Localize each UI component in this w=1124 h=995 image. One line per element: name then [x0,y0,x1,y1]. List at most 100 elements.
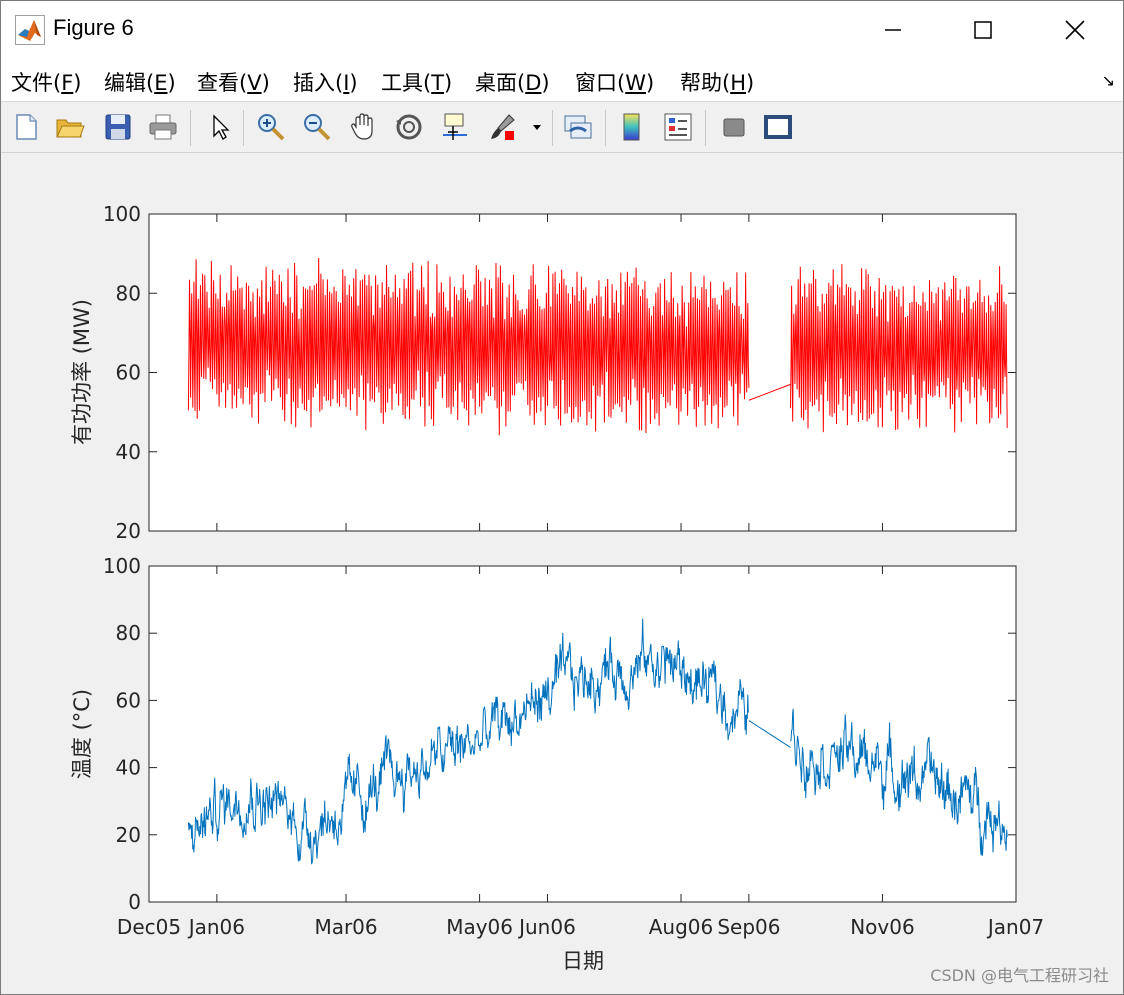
rotate-3d-button[interactable] [392,110,426,144]
menu-edit[interactable]: 编辑(E) [104,67,176,97]
pan-button[interactable] [346,110,380,144]
axes-1-ylabel: 有功功率 (MW) [70,299,94,445]
plot-canvas[interactable]: 20 40 60 80 100 0 20 40 60 80 100 Dec05 Jan06 Mar06 M… [1,153,1123,994]
x-tick-label: Aug06 [649,915,714,939]
figure-canvas: 20 40 60 80 100 0 20 40 60 80 100 Dec05 Jan06 Mar06 M… [1,153,1123,994]
figure-toolbar [1,102,1123,153]
menu-help[interactable]: 帮助(H) [680,67,754,97]
show-plot-tools-icon [764,115,792,139]
menu-view-key: V [247,71,262,95]
menu-help-label: 帮助( [680,71,731,95]
brush-button[interactable] [486,110,520,144]
menu-desktop[interactable]: 桌面(D) [475,67,550,97]
toolbar-separator [190,110,191,146]
y-tick-label: 20 [116,519,141,543]
axes-2-background[interactable] [149,566,1016,902]
zoom-in-button[interactable] [254,110,288,144]
zoom-out-button[interactable] [300,110,334,144]
new-figure-button[interactable] [9,110,43,144]
rotate-3d-icon [396,114,422,140]
menu-bar: 文件(F) 编辑(E) 查看(V) 插入(I) 工具(T) 桌面(D) 窗口(W… [1,59,1123,102]
pointer-icon [213,114,230,140]
menu-view[interactable]: 查看(V) [197,67,270,97]
save-icon [105,114,131,140]
menu-view-close: ) [261,71,270,95]
dock-arrow-icon[interactable]: ↘ [1102,71,1115,90]
menu-help-key: H [730,71,746,95]
x-tick-label: Nov06 [850,915,914,939]
toolbar-separator [605,110,606,146]
y-tick-label: 80 [116,281,141,305]
axes-2-ylabel: 温度 (°C) [70,689,94,779]
menu-edit-close: ) [167,71,176,95]
zoom-out-icon [304,114,331,141]
pan-hand-icon [351,113,373,140]
brush-dropdown-button[interactable] [528,110,546,144]
menu-file-close: ) [73,71,82,95]
insert-legend-button[interactable] [661,110,695,144]
watermark: CSDN @电气工程研习社 [930,966,1109,985]
y-tick-label: 60 [116,688,141,712]
menu-window-label: 窗口( [575,71,626,95]
colorbar-icon [623,113,640,141]
menu-desktop-close: ) [541,71,550,95]
maximize-button[interactable] [937,1,1029,59]
x-tick-label: May06 [446,915,513,939]
menu-insert-close: ) [349,71,358,95]
brush-dropdown-icon [533,125,541,130]
menu-file-label: 文件( [11,71,62,95]
menu-edit-key: E [154,71,168,95]
open-folder-icon [56,119,85,138]
link-plot-icon [564,115,592,139]
hide-plot-tools-icon [723,118,745,137]
brush-icon [491,114,515,140]
menu-tools-label: 工具( [381,71,432,95]
menu-insert-label: 插入( [293,71,344,95]
open-file-button[interactable] [53,110,87,144]
edit-plot-button[interactable] [203,110,237,144]
y-tick-label: 20 [116,823,141,847]
insert-colorbar-button[interactable] [615,110,649,144]
new-file-icon [16,114,37,140]
x-tick-label: Jan07 [986,915,1044,939]
maximize-icon [974,21,992,39]
menu-window[interactable]: 窗口(W) [575,67,654,97]
print-icon [149,114,177,140]
menu-tools[interactable]: 工具(T) [381,67,452,97]
toolbar-separator [705,110,706,146]
close-button[interactable] [1029,1,1121,59]
x-tick-label: Jun06 [517,915,576,939]
y-tick-label: 40 [116,440,141,464]
save-button[interactable] [101,110,135,144]
print-button[interactable] [146,110,180,144]
menu-file-key: F [61,71,74,95]
axes-2-xlabel: 日期 [562,949,604,973]
menu-tools-key: T [431,71,445,95]
data-cursor-button[interactable] [438,110,472,144]
minimize-button[interactable] [847,1,939,59]
minimize-icon [885,29,901,31]
close-icon [1065,20,1085,40]
y-tick-label: 60 [116,361,141,385]
y-tick-label: 100 [103,202,141,226]
y-tick-label: 80 [116,621,141,645]
title-bar[interactable]: Figure 6 [1,1,1123,59]
link-plot-button[interactable] [561,110,595,144]
menu-desktop-key: D [525,71,542,95]
y-tick-label: 40 [116,756,141,780]
toolbar-separator [243,110,244,146]
legend-icon [664,113,692,141]
y-tick-label: 0 [128,890,141,914]
x-tick-label: Dec05 [117,915,181,939]
menu-view-label: 查看( [197,71,248,95]
x-tick-label: Sep06 [717,915,780,939]
menu-tools-close: ) [444,71,453,95]
window-title: Figure 6 [53,15,134,40]
x-tick-label: Mar06 [314,915,377,939]
menu-file[interactable]: 文件(F) [11,67,82,97]
zoom-in-icon [258,114,285,141]
toolbar-separator [552,110,553,146]
hide-plot-tools-button[interactable] [717,110,751,144]
menu-insert[interactable]: 插入(I) [293,67,358,97]
show-plot-tools-button[interactable] [761,110,795,144]
